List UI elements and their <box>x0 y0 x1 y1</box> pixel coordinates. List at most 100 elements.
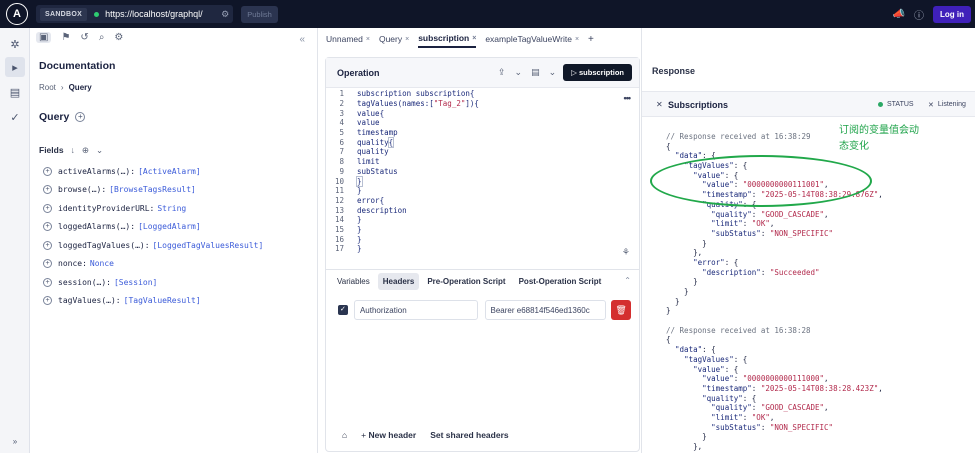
add-field-icon[interactable]: + <box>43 203 52 213</box>
apollo-logo-icon[interactable]: A <box>6 3 28 25</box>
code-line: 6 quality{ <box>326 136 639 148</box>
field-list: + activeAlarms(…): [ActiveAlarm] + browse(…)… <box>43 162 263 310</box>
json-value: "GOOD_CASCADE" <box>760 403 825 413</box>
add-field-icon[interactable]: + <box>43 185 52 195</box>
response-title: Response <box>652 66 696 76</box>
expand-rail-icon[interactable]: » <box>5 431 25 451</box>
code-line: 3 value{ <box>326 108 639 118</box>
history-icon[interactable]: ↺ <box>80 32 88 43</box>
line-number: 11 <box>334 186 344 196</box>
delete-header-button[interactable]: 🗑 <box>611 300 631 320</box>
collapse-panel-icon[interactable]: « <box>299 34 305 45</box>
field-item[interactable]: + loggedTagValues(…): [LoggedTagValuesResu… <box>43 236 263 255</box>
response-comment: // Response received at 16:38:28 <box>666 325 811 335</box>
add-field-icon[interactable]: + <box>43 259 52 269</box>
field-item[interactable]: + browse(…): [BrowseTagsResult] <box>43 181 263 200</box>
field-name: browse(…): <box>58 185 107 195</box>
response-line <box>666 316 883 326</box>
checks-icon[interactable]: ✓ <box>5 107 25 127</box>
settings-icon[interactable]: ⚙ <box>114 32 123 43</box>
line-number: 12 <box>334 195 344 205</box>
collapse-chevron-icon[interactable]: ⌃ <box>624 276 631 285</box>
field-item[interactable]: + session(…): [Session] <box>43 273 263 292</box>
close-tab-icon[interactable]: × <box>472 35 476 42</box>
schema-icon[interactable]: ✲ <box>5 34 25 54</box>
add-field-icon[interactable]: + <box>43 166 52 176</box>
field-item[interactable]: + nonce: Nonce <box>43 255 263 274</box>
tab-variables[interactable]: Variables <box>332 273 375 290</box>
close-tab-icon[interactable]: × <box>575 36 579 43</box>
annotation-note: 订阅的变量值会动 态变化 <box>839 123 959 155</box>
tab-label: subscription <box>418 33 470 43</box>
collections-icon[interactable]: ▤ <box>5 82 25 102</box>
chevron-down-icon[interactable]: ⌄ <box>549 67 557 78</box>
add-all-fields-icon[interactable]: + <box>75 112 86 122</box>
response-line: } <box>666 306 671 316</box>
query-heading: Query + <box>39 111 86 123</box>
tab-subscription[interactable]: subscription × <box>418 30 477 48</box>
tab-query[interactable]: Query × <box>379 30 409 48</box>
top-bar: A SANDBOX https://localhost/graphql/ ⚙ P… <box>0 0 975 28</box>
search-icon[interactable]: ⌕ <box>99 32 105 43</box>
login-button[interactable]: Log in <box>933 5 971 23</box>
new-header-button[interactable]: + New header <box>361 430 416 440</box>
chevron-down-icon[interactable]: ⌄ <box>96 145 103 156</box>
share-icon[interactable]: ⇪ <box>498 67 506 78</box>
code-text: } <box>348 175 363 187</box>
field-item[interactable]: + activeAlarms(…): [ActiveAlarm] <box>43 162 263 181</box>
tab-exampletagvaluewrite[interactable]: exampleTagValueWrite × <box>485 30 579 48</box>
docs-title: Documentation <box>39 60 116 72</box>
header-enabled-checkbox[interactable]: ✓ <box>338 305 348 315</box>
sort-icon[interactable]: ↓ <box>71 145 75 156</box>
connection-settings-icon[interactable]: ⚙ <box>221 9 229 20</box>
save-icon[interactable]: ▤ <box>531 67 540 78</box>
run-subscription-button[interactable]: ▷ subscription <box>563 64 632 81</box>
json-key: "limit" <box>711 219 743 229</box>
add-field-icon[interactable]: + <box>43 277 52 287</box>
code-text: error{ <box>357 195 385 205</box>
tab-pre-operation-script[interactable]: Pre-Operation Script <box>422 273 510 290</box>
help-icon[interactable]: ⓘ <box>914 7 924 22</box>
publish-button[interactable]: Publish <box>241 5 278 23</box>
response-line: } <box>666 238 707 248</box>
close-subscriptions-icon[interactable]: ✕ <box>656 100 663 109</box>
field-type: Nonce <box>89 259 114 269</box>
endpoint-url-input[interactable]: https://localhost/graphql/ <box>105 9 217 19</box>
operation-editor[interactable]: 1 subscription subscription{2 tagValues(na… <box>326 89 639 254</box>
add-field-icon[interactable]: + <box>43 222 52 232</box>
add-field-icon[interactable]: + <box>43 296 52 306</box>
chevron-down-icon[interactable]: ⌄ <box>515 67 523 78</box>
field-item[interactable]: + identityProviderURL: String <box>43 199 263 218</box>
bookmark-icon[interactable]: ⚑ <box>61 32 70 43</box>
docs-icon[interactable]: ▣ <box>36 32 52 43</box>
header-key-input[interactable]: Authorization <box>353 300 478 320</box>
response-line: }, <box>666 442 703 451</box>
string-literal: "Tag_2" <box>433 99 466 109</box>
header-value-input[interactable]: Bearer e68814f546ed1360c <box>484 300 607 320</box>
prettify-icon[interactable]: ⚘ <box>622 247 630 258</box>
code-text: description <box>357 205 407 215</box>
announcements-icon[interactable]: 📣 <box>893 9 905 20</box>
response-line: "timestamp": "2025-05-14T08:38:28.423Z", <box>702 383 883 393</box>
add-field-icon[interactable]: + <box>43 240 52 250</box>
stop-listening-button[interactable]: ✕ Listening <box>928 101 966 109</box>
field-type: [Session] <box>113 277 158 287</box>
header-options-icon[interactable]: ⌂ <box>342 430 347 440</box>
tab-headers[interactable]: Headers <box>377 273 420 290</box>
set-shared-headers-button[interactable]: Set shared headers <box>430 430 508 440</box>
json-value: "0000000000111000" <box>742 374 825 384</box>
add-tab-icon[interactable]: + <box>588 34 594 45</box>
field-item[interactable]: + loggedAlarms(…): [LoggedAlarm] <box>43 218 263 237</box>
tab-post-operation-script[interactable]: Post-Operation Script <box>514 273 607 290</box>
close-tab-icon[interactable]: × <box>405 36 409 43</box>
add-field-icon[interactable]: ⊕ <box>82 145 89 156</box>
explorer-icon[interactable]: ▸ <box>5 57 25 77</box>
status-indicator: STATUS <box>878 101 914 108</box>
header-row: ✓ Authorization Bearer e68814f546ed1360c… <box>338 300 631 320</box>
code-line: 7 quality <box>326 147 639 157</box>
line-number: 14 <box>334 215 344 225</box>
close-tab-icon[interactable]: × <box>366 36 370 43</box>
tab-unnamed[interactable]: Unnamed × <box>326 30 370 48</box>
field-item[interactable]: + tagValues(…): [TagValueResult] <box>43 292 263 311</box>
breadcrumb-root[interactable]: Root <box>39 83 56 92</box>
